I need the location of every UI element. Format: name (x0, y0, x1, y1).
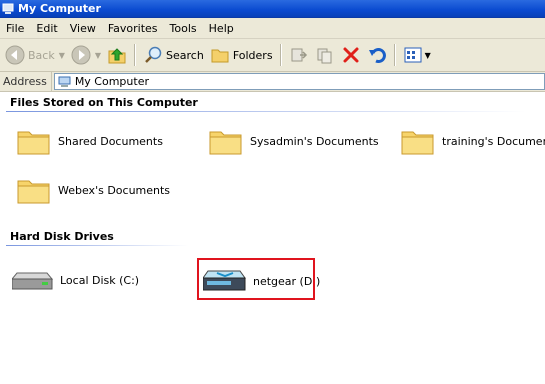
folder-label: Sysadmin's Documents (250, 134, 379, 148)
folder-icon (17, 180, 50, 204)
drive-item-local-disk-c[interactable]: Local Disk (C:) (12, 267, 139, 293)
copy-to-button[interactable] (312, 42, 338, 68)
highlight-annotation-box (197, 258, 315, 300)
views-icon (404, 47, 422, 63)
menu-view[interactable]: View (64, 22, 102, 35)
forward-button[interactable]: ▼ (68, 42, 104, 68)
folder-up-icon (108, 48, 126, 64)
title-bar[interactable]: My Computer (0, 0, 545, 18)
content-pane: Files Stored on This Computer Shared Doc… (0, 92, 545, 384)
address-field[interactable]: My Computer (53, 73, 545, 90)
folder-label: Shared Documents (58, 134, 163, 148)
views-dropdown-icon[interactable]: ▼ (425, 51, 431, 60)
undo-icon (368, 48, 386, 63)
search-button[interactable]: Search (140, 42, 207, 68)
move-to-button[interactable] (286, 42, 312, 68)
group-title-drives: Hard Disk Drives (10, 230, 114, 243)
back-dropdown-icon[interactable]: ▼ (59, 51, 65, 60)
folder-label: training's Documents (442, 134, 545, 148)
window-title: My Computer (18, 2, 101, 15)
search-label: Search (166, 48, 204, 62)
folders-icon (211, 49, 229, 63)
back-arrow-icon (5, 45, 25, 65)
undo-button[interactable] (364, 42, 390, 68)
drive-label: Local Disk (C:) (60, 273, 140, 287)
folder-label: Webex's Documents (58, 183, 171, 197)
group-divider (6, 111, 526, 112)
up-folder-button[interactable] (104, 42, 130, 68)
folder-item-trainings-documents[interactable]: training's Documents (400, 126, 545, 156)
hard-disk-icon (12, 272, 54, 290)
folder-item-sysadmins-documents[interactable]: Sysadmin's Documents (208, 126, 379, 156)
copy-to-icon (317, 48, 332, 64)
folder-icon (401, 131, 434, 155)
delete-button[interactable] (338, 42, 364, 68)
menu-tools[interactable]: Tools (164, 22, 203, 35)
delete-x-icon (343, 47, 359, 63)
menu-favorites[interactable]: Favorites (102, 22, 164, 35)
back-button[interactable]: Back ▼ (2, 42, 68, 68)
group-title-files: Files Stored on This Computer (10, 96, 198, 109)
folder-icon (17, 131, 50, 155)
back-label: Back (28, 48, 55, 62)
menu-edit[interactable]: Edit (30, 22, 63, 35)
address-label: Address (0, 72, 52, 91)
folders-button[interactable]: Folders (207, 42, 276, 68)
address-value: My Computer (74, 75, 149, 88)
move-to-icon (291, 48, 307, 62)
my-computer-icon (2, 3, 14, 14)
forward-dropdown-icon[interactable]: ▼ (95, 51, 101, 60)
folder-icon (209, 131, 242, 155)
address-bar: Address My Computer (0, 72, 545, 92)
toolbar: Back ▼ ▼ Search Folders ▼ (0, 39, 545, 72)
toolbar-separator (134, 44, 137, 66)
toolbar-separator (393, 44, 396, 66)
menu-bar: File Edit View Favorites Tools Help (0, 18, 545, 39)
menu-help[interactable]: Help (203, 22, 240, 35)
my-computer-icon (58, 76, 71, 87)
views-button[interactable]: ▼ (400, 42, 434, 68)
folders-label: Folders (232, 48, 273, 62)
folder-item-webex-documents[interactable]: Webex's Documents (16, 175, 170, 205)
search-icon (145, 46, 162, 63)
menu-file[interactable]: File (0, 22, 30, 35)
folder-item-shared-documents[interactable]: Shared Documents (16, 126, 163, 156)
toolbar-separator (279, 44, 282, 66)
forward-arrow-icon (71, 45, 91, 65)
group-divider (6, 245, 188, 246)
